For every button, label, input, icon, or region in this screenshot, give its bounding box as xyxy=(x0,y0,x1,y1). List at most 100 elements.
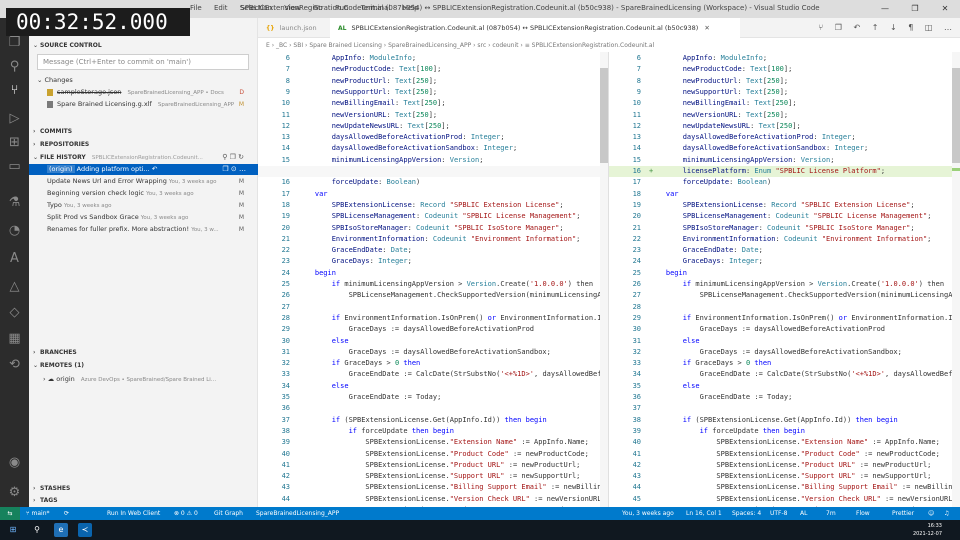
run-debug-icon[interactable]: ▷ xyxy=(6,110,23,127)
history-item[interactable]: Beginning version check logic You, 3 wee… xyxy=(29,188,258,199)
code-line[interactable]: 26 SPBLicenseManagement.CheckSupportedVe… xyxy=(258,290,608,301)
explorer-icon[interactable]: ❐ xyxy=(6,34,23,51)
refresh-icon[interactable]: ↻ xyxy=(238,153,244,161)
start-icon[interactable]: ⊞ xyxy=(6,523,20,537)
edge-icon[interactable]: e xyxy=(54,523,68,537)
code-line[interactable]: 38 if forceUpdate then begin xyxy=(258,426,608,437)
vscode-icon[interactable]: ≺ xyxy=(78,523,92,537)
code-line[interactable]: 11 newVersionURL: Text[250]; xyxy=(609,110,960,121)
code-line[interactable]: 28 if EnvironmentInformation.IsOnPrem() … xyxy=(258,313,608,324)
code-line[interactable]: 11 newVersionURL: Text[250]; xyxy=(258,110,608,121)
changes-group[interactable]: ⌄ Changes xyxy=(29,75,258,86)
more-actions-icon[interactable]: … xyxy=(944,23,952,32)
stashes-header[interactable]: › STASHES xyxy=(29,483,258,494)
repositories-header[interactable]: › REPOSITORIES xyxy=(29,139,258,150)
source-control-icon[interactable]: ⑂ xyxy=(6,82,23,99)
code-line[interactable]: 40 SPBExtensionLicense."Extension Name" … xyxy=(609,437,960,448)
breadcrumb[interactable]: E › _BC › SBI › Spare Brained Licensing … xyxy=(258,39,960,52)
status-language[interactable]: AL xyxy=(800,507,807,520)
code-line[interactable]: 20 SPBLicenseManagement: Codeunit "SPBLI… xyxy=(609,211,960,222)
status-sync[interactable]: ⟳ xyxy=(64,507,69,520)
history-item[interactable]: Renames for fuller prefix. More abstract… xyxy=(29,224,258,235)
diff-editor-original[interactable]: 45 SPBExtensionLicense."Update News URL"… xyxy=(258,52,608,507)
remotes-header[interactable]: ⌄ REMOTES (1) xyxy=(29,360,258,371)
settings-gear-icon[interactable]: ⚙ xyxy=(6,484,23,501)
scrollbar-thumb[interactable] xyxy=(952,68,960,163)
code-line[interactable]: 18 SPBExtensionLicense: Record "SPBLIC E… xyxy=(258,200,608,211)
code-line[interactable]: 45 SPBExtensionLicense."Version Check UR… xyxy=(609,494,960,505)
minimize-button[interactable]: — xyxy=(870,0,900,18)
commit-message-input[interactable]: Message (Ctrl+Enter to commit on 'main') xyxy=(37,54,249,70)
taskbar-clock[interactable]: 16:33 2021-12-07 xyxy=(913,522,942,538)
timeline-icon[interactable]: ◔ xyxy=(6,222,23,239)
code-line[interactable]: 42 SPBExtensionLicense."Product URL" := … xyxy=(609,460,960,471)
code-line[interactable]: 22 GraceEndDate: Date; xyxy=(258,245,608,256)
diff-editor-modified[interactable]: 46 SPBExtensionLicense."Update News URL"… xyxy=(608,52,960,507)
commits-header[interactable]: › COMMITS xyxy=(29,126,258,137)
status-flow[interactable]: Flow xyxy=(856,507,870,520)
code-line[interactable]: 36 GraceEndDate := Today; xyxy=(609,392,960,403)
code-line[interactable]: 22 EnvironmentInformation: Codeunit "Env… xyxy=(609,234,960,245)
code-line[interactable]: 23 GraceDays: Integer; xyxy=(258,256,608,267)
status-indentation[interactable]: Spaces: 4 xyxy=(732,507,761,520)
next-change-icon[interactable]: ↓ xyxy=(890,23,897,32)
notifications-icon[interactable]: ♫ xyxy=(944,507,949,520)
code-line[interactable]: 10 newBillingEmail: Text[250]; xyxy=(258,98,608,109)
open-file-action-icon[interactable]: ❐ xyxy=(835,23,842,32)
code-line[interactable]: 39 SPBExtensionLicense."Extension Name" … xyxy=(258,437,608,448)
scrollbar[interactable] xyxy=(600,52,608,507)
code-line[interactable]: 9 newSupportUrl: Text[250]; xyxy=(258,87,608,98)
code-line[interactable]: 8 newProductUrl: Text[250]; xyxy=(258,76,608,87)
status-encoding[interactable]: UTF-8 xyxy=(770,507,788,520)
code-line[interactable]: 34 GraceEndDate := CalcDate(StrSubstNo('… xyxy=(609,369,960,380)
code-line[interactable]: 17 var xyxy=(258,189,608,200)
tab-launch-json[interactable]: {} launch.json xyxy=(258,18,330,38)
live-share-icon[interactable]: ⟲ xyxy=(6,356,23,373)
code-line[interactable]: 13 daysAllowedBeforeActivationProd: Inte… xyxy=(609,132,960,143)
status-git-graph[interactable]: Git Graph xyxy=(214,507,243,520)
code-line[interactable]: 34 else xyxy=(258,381,608,392)
code-line[interactable]: 24 GraceDays: Integer; xyxy=(609,256,960,267)
code-line-added[interactable]: 16 + licensePlatform: Enum "SPBLIC Licens… xyxy=(609,166,960,178)
revert-icon[interactable]: ↶ xyxy=(854,23,861,32)
open-commit-icon[interactable]: ⊙ xyxy=(231,165,237,173)
code-line[interactable]: 26 if minimumLicensingAppVersion > Versi… xyxy=(609,279,960,290)
code-line[interactable]: 41 SPBExtensionLicense."Product URL" := … xyxy=(258,460,608,471)
code-line[interactable]: 19 SPBExtensionLicense: Record "SPBLIC E… xyxy=(609,200,960,211)
source-control-action-icon[interactable]: ⑂ xyxy=(818,23,823,32)
code-line[interactable]: 24 begin xyxy=(258,268,608,279)
menu-item-edit[interactable]: Edit xyxy=(214,4,228,12)
code-line[interactable]: 12 newUpdateNewsURL: Text[250]; xyxy=(258,121,608,132)
status-prettier[interactable]: Prettier xyxy=(892,507,914,520)
code-line[interactable]: 23 GraceEndDate: Date; xyxy=(609,245,960,256)
search-taskbar-icon[interactable]: ⚲ xyxy=(30,523,44,537)
menu-item-file[interactable]: File xyxy=(190,4,202,12)
feedback-icon[interactable]: ☺ xyxy=(928,507,934,520)
code-line[interactable]: 10 newBillingEmail: Text[250]; xyxy=(609,98,960,109)
status-cursor-position[interactable]: Ln 16, Col 1 xyxy=(686,507,722,520)
code-line[interactable]: 44 SPBExtensionLicense."Billing Support … xyxy=(609,482,960,493)
code-line[interactable] xyxy=(258,166,608,178)
code-line[interactable]: 30 else xyxy=(258,336,608,347)
code-line[interactable]: 44 SPBExtensionLicense."Version Check UR… xyxy=(258,494,608,505)
account-icon[interactable]: ◉ xyxy=(6,454,23,471)
code-line[interactable]: 42 SPBExtensionLicense."Support URL" := … xyxy=(258,471,608,482)
code-line[interactable]: 16 forceUpdate: Boolean) xyxy=(258,177,608,188)
open-changes-icon[interactable]: ❐ xyxy=(222,165,228,173)
code-line[interactable]: 8 newProductUrl: Text[250]; xyxy=(609,76,960,87)
status-blame[interactable]: You, 3 weeks ago xyxy=(622,507,674,520)
code-line[interactable]: 38 if (SPBExtensionLicense.Get(AppInfo.I… xyxy=(609,415,960,426)
code-line[interactable]: 35 GraceEndDate := Today; xyxy=(258,392,608,403)
history-item[interactable]: Split Prod vs Sandbox Grace You, 3 weeks… xyxy=(29,212,258,223)
more-icon[interactable]: … xyxy=(239,165,246,173)
code-line[interactable]: 29 GraceDays := daysAllowedBeforeActivat… xyxy=(258,324,608,335)
extensions-icon[interactable]: ⊞ xyxy=(6,134,23,151)
code-line[interactable]: 21 EnvironmentInformation: Codeunit "Env… xyxy=(258,234,608,245)
code-line[interactable]: 31 else xyxy=(609,336,960,347)
code-line[interactable]: 35 else xyxy=(609,381,960,392)
code-line[interactable]: 33 if GraceDays > 0 then xyxy=(609,358,960,369)
previous-change-icon[interactable]: ↑ xyxy=(872,23,879,32)
status-project[interactable]: SpareBrainedLicensing_APP xyxy=(256,507,339,520)
pin-icon[interactable]: ⚲ xyxy=(222,153,227,161)
code-line[interactable]: 31 GraceDays := daysAllowedBeforeActivat… xyxy=(258,347,608,358)
